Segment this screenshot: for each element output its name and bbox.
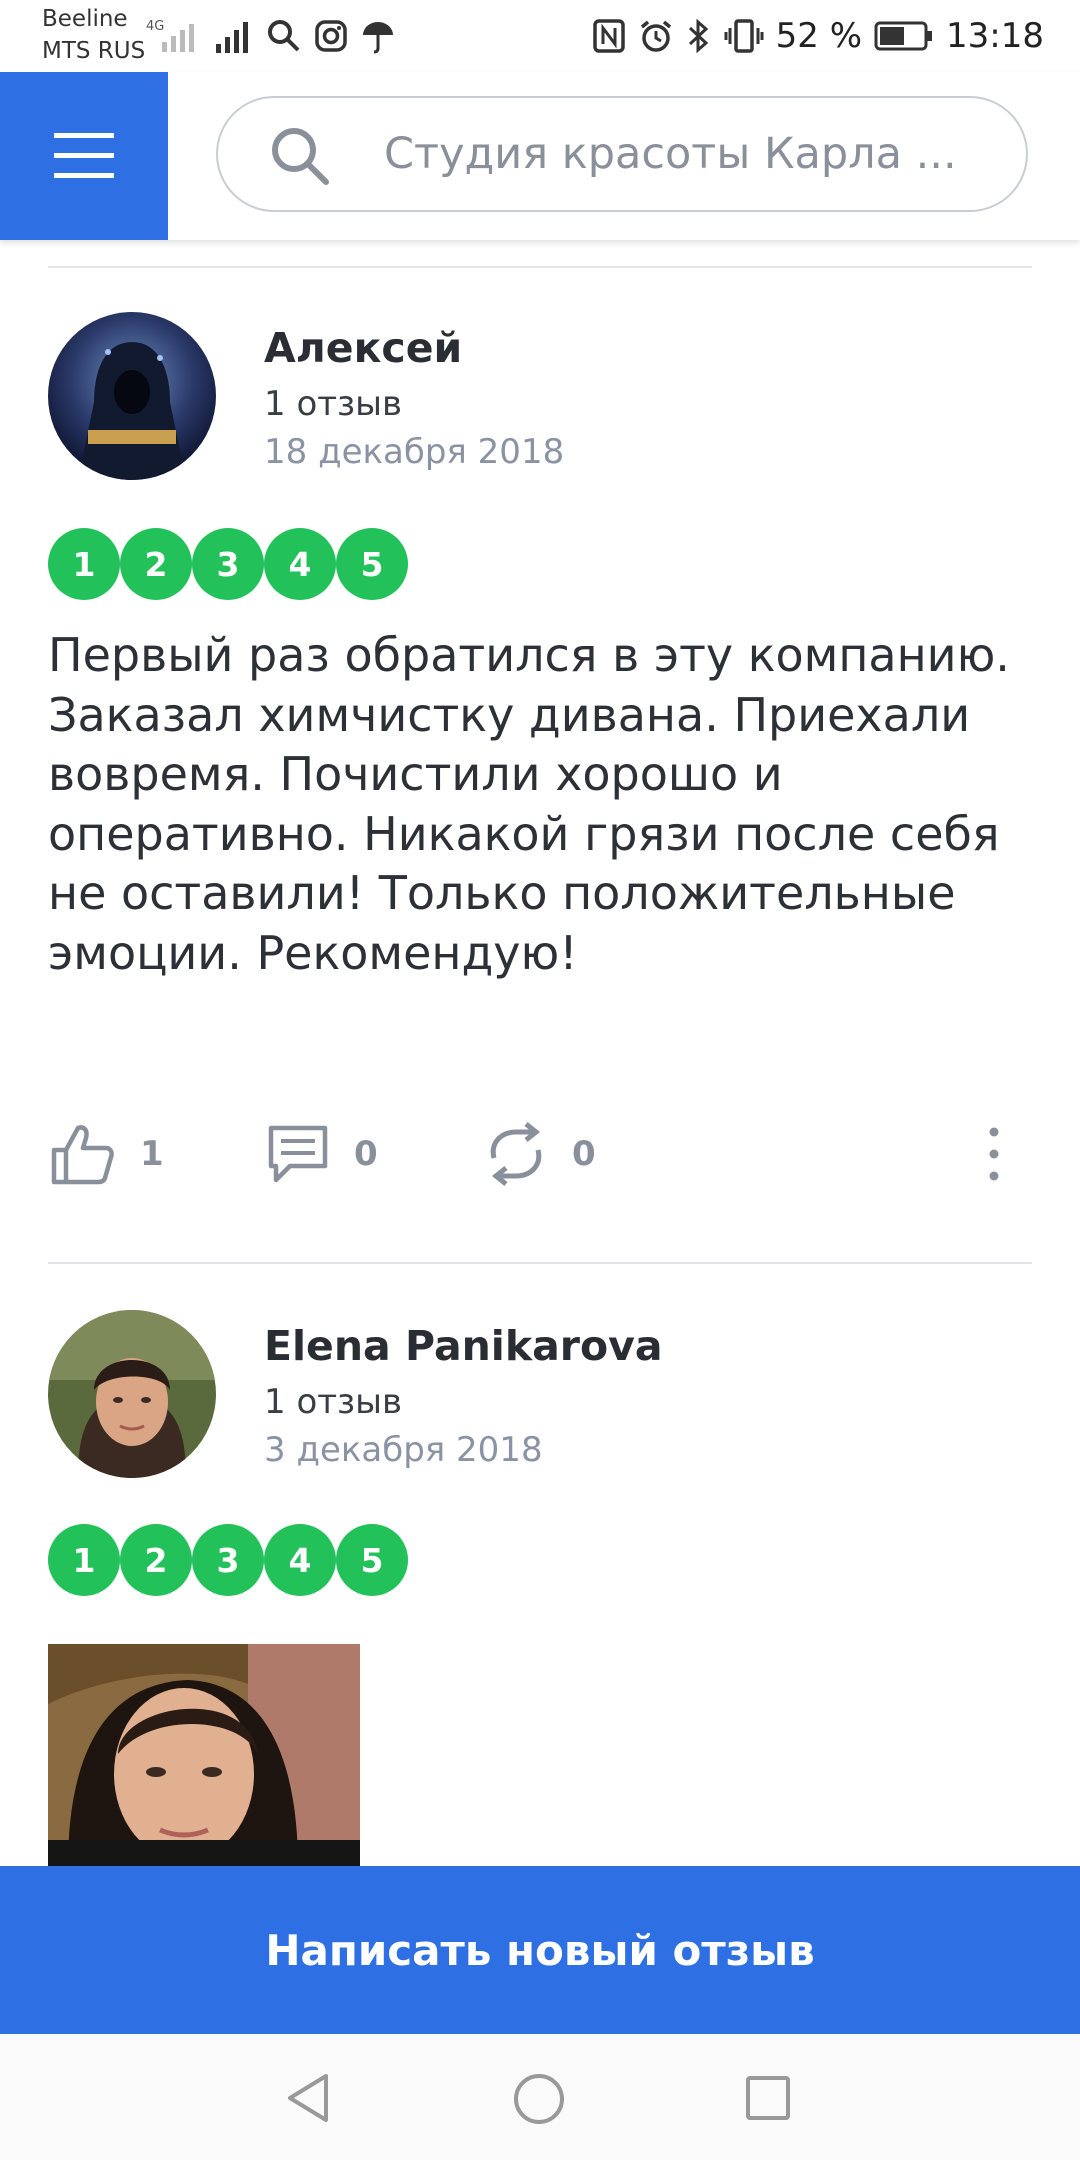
comment-icon [268,1125,328,1183]
avatar[interactable] [48,1310,216,1478]
repost-button[interactable]: 0 [484,1114,596,1194]
signal-4g-icon: 4G [146,19,194,52]
more-options-button[interactable] [986,1114,1002,1194]
search-query: Студия красоты Карла ... [384,129,957,179]
review-text: Первый раз обратился в эту компанию. Зак… [48,628,1010,980]
review-photo[interactable] [48,1644,360,1866]
status-icons-right: 52 % 13:18 [592,14,1044,58]
app-header: Студия красоты Карла ... [0,72,1080,240]
divider [48,1262,1032,1264]
like-button[interactable]: 1 [48,1114,164,1194]
rating-dots: 1 2 3 4 5 [48,528,408,600]
review-date: 18 декабря 2018 [264,432,565,472]
comment-count: 0 [354,1134,378,1174]
battery-percent: 52 % [775,16,863,56]
status-bar: Beeline MTS RUS 4G 52 % 13:18 [0,0,1080,70]
avatar[interactable] [48,312,216,480]
rating-dot: 4 [264,1524,336,1596]
carrier-name: Beeline [42,6,128,32]
menu-button[interactable] [0,72,168,240]
comment-button[interactable]: 0 [266,1114,378,1194]
carrier-name-secondary: MTS RUS [42,38,146,64]
back-icon[interactable] [284,2072,332,2124]
home-icon[interactable] [512,2072,566,2126]
svg-text:4G: 4G [146,19,164,34]
review-count: 1 отзыв [264,1382,403,1422]
battery-icon [874,21,933,51]
rating-dot: 3 [192,528,264,600]
repost-count: 0 [572,1134,596,1174]
recents-icon[interactable] [744,2074,792,2122]
rating-dot: 4 [264,528,336,600]
review-date: 3 декабря 2018 [264,1430,543,1470]
more-vertical-icon [989,1127,999,1181]
bluetooth-icon [688,18,708,54]
signal-icon [216,22,248,53]
rating-dot: 2 [120,528,192,600]
rating-dot: 3 [192,1524,264,1596]
rating-dot: 1 [48,528,120,600]
thumbs-up-icon [51,1125,114,1185]
avatar-image [48,1310,216,1478]
hamburger-menu-icon [54,133,114,178]
repost-icon [490,1122,542,1186]
author-name[interactable]: Алексей [264,324,462,372]
alarm-icon [640,20,671,52]
instagram-icon [315,20,347,52]
rating-dot: 2 [120,1524,192,1596]
divider [48,266,1032,268]
review-photo-image [48,1644,360,1866]
avatar-image [48,312,216,480]
search-notification-icon [268,20,300,52]
author-name[interactable]: Elena Panikarova [264,1322,663,1370]
rating-dot: 5 [336,528,408,600]
nfc-icon [592,19,625,53]
rating-dot: 5 [336,1524,408,1596]
rating-dot: 1 [48,1524,120,1596]
search-bar[interactable]: Студия красоты Карла ... [216,96,1028,212]
status-icons-left: 4G [146,14,396,58]
review-count: 1 отзыв [264,384,403,424]
umbrella-icon [363,22,393,54]
clock: 13:18 [946,16,1044,56]
vibrate-icon [724,19,764,53]
review-actions: 1 0 0 [48,1114,1032,1194]
search-icon [272,128,329,185]
rating-dots: 1 2 3 4 5 [48,1524,408,1596]
write-review-button[interactable]: Написать новый отзыв [0,1866,1080,2034]
system-nav-bar [0,2034,1080,2160]
like-count: 1 [140,1134,164,1174]
